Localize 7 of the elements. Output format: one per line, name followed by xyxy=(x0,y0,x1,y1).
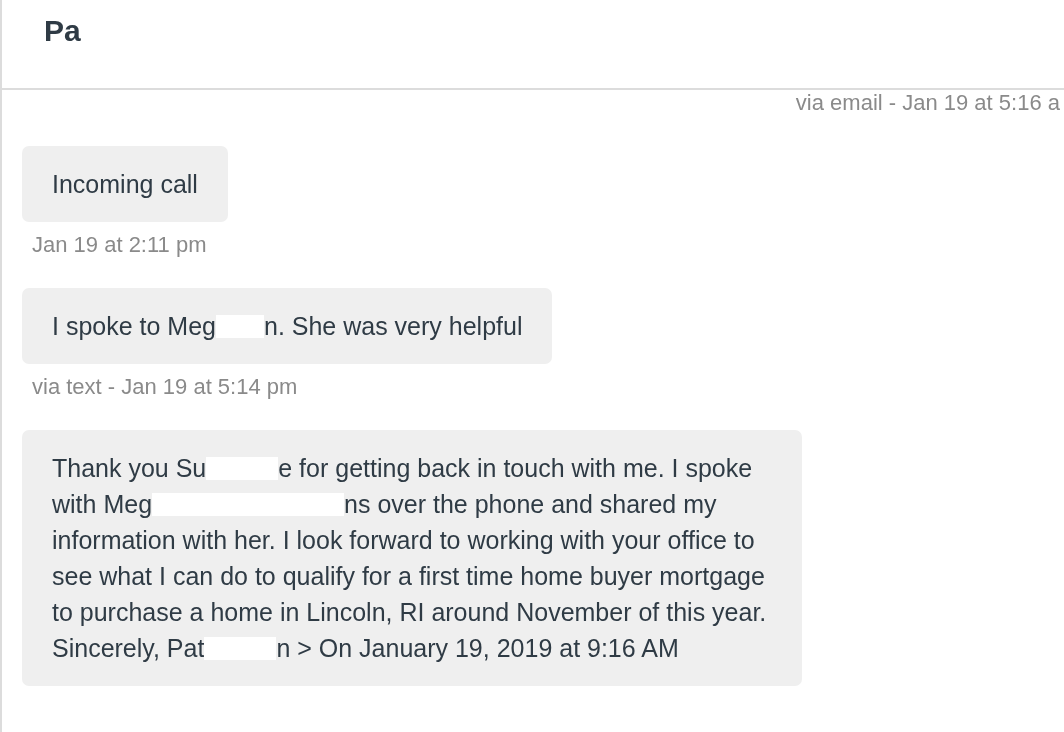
message-meta: via text - Jan 19 at 5:14 pm xyxy=(32,374,298,400)
message-meta: Jan 19 at 2:11 pm xyxy=(32,232,207,258)
message-meta: via email - Jan 19 at 5:16 a xyxy=(795,90,1060,116)
message-bubble: Thank you Su e for getting back in touch with me. I spoke with Meg ns over the phone and shared my information with her. I look forward to working with your office to see what I can do to qualify for a first time home buyer mortgage to purchase a home in Lincoln, RI around November of this year. Sincerely, Pat n > On January 19, 2019 at 9:16 AM xyxy=(22,430,802,686)
message-bubble: Incoming call xyxy=(22,146,228,222)
message-bubble: I spoke to Meg n. She was very helpful xyxy=(22,288,553,364)
contact-name: Pa xyxy=(44,14,129,47)
